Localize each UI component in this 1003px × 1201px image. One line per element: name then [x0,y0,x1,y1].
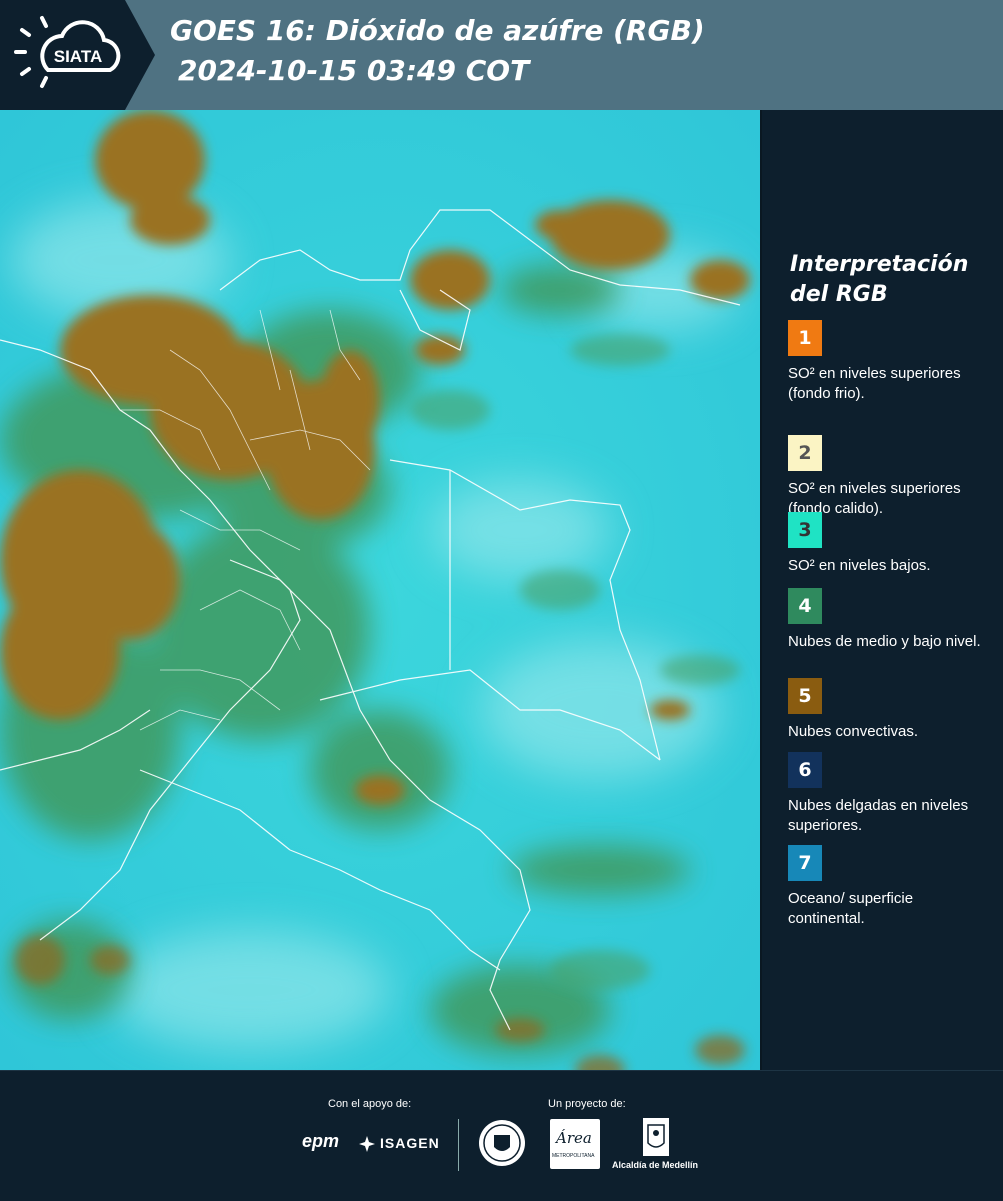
area-logo-sub: METROPOLITANA [552,1153,595,1159]
legend-swatch-7: 7 [788,845,822,881]
area-metropolitana-logo: Área METROPOLITANA [550,1119,600,1169]
legend-swatch-3: 3 [788,512,822,548]
legend-item-1: 1 SO² en niveles superiores (fondo frio). [788,320,988,404]
footer-divider [458,1119,459,1171]
epm-logo: epm [302,1131,340,1151]
footer: Con el apoyo de: Un proyecto de: epm ISA… [0,1070,1003,1201]
legend-item-7: 7 Oceano/ superficie continental. [788,845,988,929]
page-title: GOES 16: Dióxido de azúfre (RGB) [170,14,705,47]
legend-title-line1: Interpretación [790,252,969,277]
legend-item-4: 4 Nubes de medio y bajo nivel. [788,588,988,652]
legend-text-7: Oceano/ superficie continental. [788,890,914,927]
legend-swatch-2: 2 [788,435,822,471]
legend-title: Interpretación del RGB [790,250,990,310]
satellite-map [0,110,762,1070]
isagen-logo: ISAGEN [380,1135,440,1151]
siata-logo: SIATA [0,0,155,110]
legend-item-2: 2 SO² en niveles superiores (fondo calido… [788,435,988,519]
project-label: Un proyecto de: [548,1098,626,1110]
legend-item-6: 6 Nubes delgadas en niveles superiores. [788,752,988,836]
legend-text-1: SO² en niveles superiores (fondo frio). [788,365,961,402]
legend-panel: Interpretación del RGB 1 SO² en niveles s… [762,110,1003,1070]
logo-text: SIATA [54,47,102,66]
legend-text-5: Nubes convectivas. [788,723,919,740]
legend-text-6: Nubes delgadas en niveles superiores. [788,797,969,834]
legend-item-3: 3 SO² en niveles bajos. [788,512,988,576]
legend-item-5: 5 Nubes convectivas. [788,678,988,742]
legend-swatch-4: 4 [788,588,822,624]
medellin-seal-icon [478,1119,526,1167]
area-logo-text: Área [556,1129,592,1147]
alcaldia-shield-icon [642,1117,670,1157]
isagen-icon [358,1135,376,1153]
page-timestamp: 2024-10-15 03:49 COT [178,54,530,87]
satellite-image [0,110,760,1070]
legend-swatch-1: 1 [788,320,822,356]
legend-swatch-6: 6 [788,752,822,788]
legend-swatch-5: 5 [788,678,822,714]
alcaldia-label: Alcaldía de Medellín [612,1160,699,1170]
legend-text-4: Nubes de medio y bajo nivel. [788,633,981,650]
legend-text-3: SO² en niveles bajos. [788,557,931,574]
header-bar: SIATA GOES 16: Dióxido de azúfre (RGB) 2… [0,0,1003,110]
legend-title-line2: del RGB [790,282,888,307]
support-label: Con el apoyo de: [328,1098,412,1110]
